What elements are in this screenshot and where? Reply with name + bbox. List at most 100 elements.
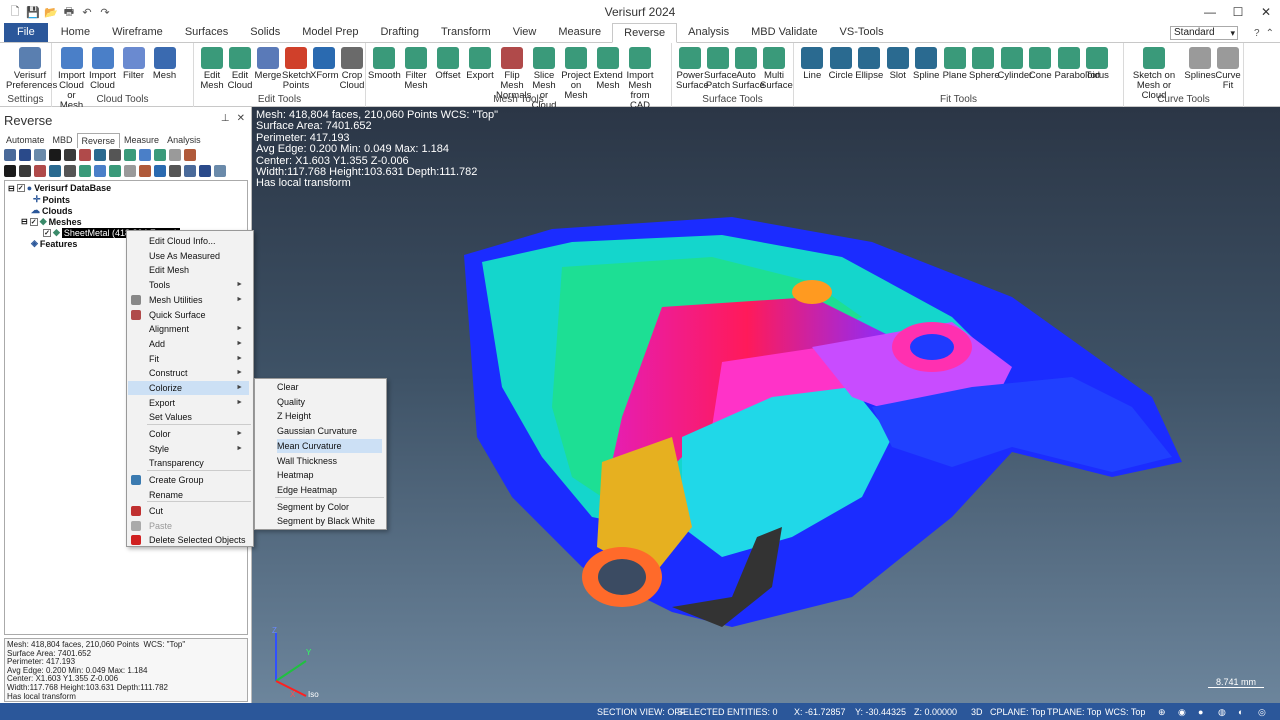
colorize-item-clear[interactable]: Clear bbox=[277, 380, 382, 394]
panel-tool-icon[interactable] bbox=[64, 149, 76, 161]
colorize-item-edge-heatmap[interactable]: Edge Heatmap bbox=[277, 483, 382, 497]
context-menu-item-colorize[interactable]: Colorize ► bbox=[128, 381, 249, 395]
ribbon-button-xform[interactable]: XForm bbox=[310, 47, 339, 81]
panel-tool-icon[interactable] bbox=[4, 165, 16, 177]
panel-tool-icon[interactable] bbox=[214, 165, 226, 177]
panel-tab-automate[interactable]: Automate bbox=[2, 133, 49, 148]
globe-icon[interactable]: ⊕ bbox=[1158, 707, 1166, 718]
colorize-item-mean-curvature[interactable]: Mean Curvature bbox=[277, 438, 382, 453]
panel-tool-icon[interactable] bbox=[109, 149, 121, 161]
ribbon-button-sphere[interactable]: Sphere bbox=[969, 47, 1000, 81]
panel-tool-icon[interactable] bbox=[94, 165, 106, 177]
ribbon-button-import-cloud[interactable]: Import Cloud bbox=[87, 47, 118, 91]
panel-tool-icon[interactable] bbox=[109, 165, 121, 177]
tab-reverse[interactable]: Reverse bbox=[612, 23, 678, 43]
context-menu-item-edit-mesh[interactable]: Edit Mesh bbox=[149, 263, 249, 277]
ribbon-button-flip-mesh-normals[interactable]: Flip Mesh Normals bbox=[496, 47, 531, 101]
panel-tool-icon[interactable] bbox=[184, 149, 196, 161]
status-mode[interactable]: 3D bbox=[971, 707, 983, 717]
context-menu-item-add[interactable]: Add ► bbox=[149, 337, 249, 351]
colorize-item-z-height[interactable]: Z Height bbox=[277, 409, 382, 423]
panel-tool-icon[interactable] bbox=[154, 149, 166, 161]
ribbon-button-export[interactable]: Export bbox=[464, 47, 496, 81]
panel-tool-icon[interactable] bbox=[154, 165, 166, 177]
tab-model-prep[interactable]: Model Prep bbox=[291, 23, 369, 42]
tab-surfaces[interactable]: Surfaces bbox=[174, 23, 239, 42]
tab-analysis[interactable]: Analysis bbox=[677, 23, 740, 42]
status-tplane[interactable]: TPLANE: Top bbox=[1047, 707, 1101, 717]
tree-points[interactable]: ✛ Points bbox=[33, 194, 70, 205]
checkbox[interactable]: ✓ bbox=[43, 228, 51, 237]
ribbon-button-multi-surface[interactable]: Multi Surface bbox=[760, 47, 793, 91]
panel-tool-icon[interactable] bbox=[34, 165, 46, 177]
ribbon-button-circle[interactable]: Circle bbox=[827, 47, 856, 81]
panel-tool-icon[interactable] bbox=[19, 149, 31, 161]
pin-icon[interactable]: ⊥ bbox=[221, 113, 230, 124]
tree-root[interactable]: ⊟ ✓ ● Verisurf DataBase bbox=[8, 183, 111, 193]
view-cube-icon[interactable]: ◉ bbox=[1178, 707, 1186, 718]
context-menu-item-cut[interactable]: Cut bbox=[149, 504, 249, 518]
render-icon[interactable]: ◐ bbox=[1238, 707, 1243, 717]
expand-icon[interactable]: ⊟ bbox=[8, 184, 15, 193]
panel-tab-measure[interactable]: Measure bbox=[120, 133, 163, 148]
minimize-button[interactable]: — bbox=[1196, 0, 1224, 24]
tab-drafting[interactable]: Drafting bbox=[369, 23, 430, 42]
context-menu-item-use-as-measured[interactable]: Use As Measured bbox=[149, 249, 249, 263]
context-menu-item-transparency[interactable]: Transparency bbox=[149, 456, 249, 470]
ribbon-button-filter[interactable]: Filter bbox=[118, 47, 149, 81]
panel-tab-reverse[interactable]: Reverse bbox=[76, 133, 121, 148]
ribbon-button-cylinder[interactable]: Cylinder bbox=[998, 47, 1032, 81]
status-section-view[interactable]: SECTION VIEW: OFF bbox=[597, 707, 685, 717]
checkbox[interactable]: ✓ bbox=[29, 217, 38, 226]
ribbon-button-extend-mesh[interactable]: Extend Mesh bbox=[592, 47, 624, 91]
colorize-item-segment-by-color[interactable]: Segment by Color bbox=[277, 500, 382, 514]
ribbon-button-slot[interactable]: Slot bbox=[884, 47, 913, 81]
tree-clouds[interactable]: ☁ Clouds bbox=[31, 205, 73, 216]
colorize-item-heatmap[interactable]: Heatmap bbox=[277, 468, 382, 482]
tab-file[interactable]: File bbox=[4, 23, 48, 42]
context-menu-item-edit-cloud-info-[interactable]: Edit Cloud Info... bbox=[149, 234, 249, 248]
tab-measure[interactable]: Measure bbox=[547, 23, 612, 42]
status-cplane[interactable]: CPLANE: Top bbox=[990, 707, 1045, 717]
ribbon-button-mesh[interactable]: Mesh bbox=[149, 47, 180, 81]
panel-tool-icon[interactable] bbox=[169, 149, 181, 161]
context-menu-item-create-group[interactable]: Create Group bbox=[149, 473, 249, 487]
ribbon-button-sketch-on-mesh-or-cloud[interactable]: Sketch on Mesh or Cloud bbox=[1128, 47, 1180, 101]
colorize-item-wall-thickness[interactable]: Wall Thickness bbox=[277, 454, 382, 468]
panel-tool-icon[interactable] bbox=[34, 149, 46, 161]
panel-tool-icon[interactable] bbox=[49, 149, 61, 161]
panel-tool-icon[interactable] bbox=[79, 165, 91, 177]
collapse-icon[interactable]: ⊟ bbox=[21, 217, 28, 226]
context-menu-item-construct[interactable]: Construct ► bbox=[149, 366, 249, 380]
colorize-item-gaussian-curvature[interactable]: Gaussian Curvature bbox=[277, 424, 382, 438]
context-menu-item-fit[interactable]: Fit ► bbox=[149, 352, 249, 366]
panel-tool-icon[interactable] bbox=[79, 149, 91, 161]
ribbon-button-plane[interactable]: Plane bbox=[941, 47, 970, 81]
checkbox[interactable]: ✓ bbox=[16, 184, 25, 192]
context-menu-item-paste[interactable]: Paste bbox=[149, 519, 249, 533]
panel-tool-icon[interactable] bbox=[124, 165, 136, 177]
tab-wireframe[interactable]: Wireframe bbox=[101, 23, 174, 42]
status-wcs[interactable]: WCS: Top bbox=[1105, 707, 1145, 717]
panel-tool-icon[interactable] bbox=[139, 165, 151, 177]
help-icon[interactable]: ? bbox=[1254, 28, 1260, 39]
ribbon-button-torus[interactable]: Torus bbox=[1083, 47, 1112, 81]
context-menu-item-color[interactable]: Color ► bbox=[149, 427, 249, 441]
panel-tab-analysis[interactable]: Analysis bbox=[163, 133, 205, 148]
close-button[interactable]: ✕ bbox=[1252, 0, 1280, 24]
panel-tool-icon[interactable] bbox=[184, 165, 196, 177]
ribbon-button-paraboloid[interactable]: Paraboloid bbox=[1055, 47, 1100, 81]
maximize-button[interactable]: ☐ bbox=[1224, 0, 1252, 24]
ribbon-button-smooth[interactable]: Smooth bbox=[368, 47, 401, 81]
ribbon-button-edit-cloud[interactable]: Edit Cloud bbox=[226, 47, 254, 91]
ribbon-button-sketch-points[interactable]: Sketch Points bbox=[282, 47, 311, 91]
graphics-viewport[interactable]: Mesh: 418,804 faces, 210,060 Points WCS:… bbox=[252, 107, 1280, 703]
ribbon-button-surface-patch[interactable]: Surface Patch bbox=[704, 47, 737, 91]
context-menu-item-quick-surface[interactable]: Quick Surface bbox=[149, 308, 249, 322]
panel-tool-icon[interactable] bbox=[124, 149, 136, 161]
ribbon-button-auto-surface[interactable]: Auto Surface bbox=[732, 47, 765, 91]
tab-solids[interactable]: Solids bbox=[239, 23, 291, 42]
tab-mbd-validate[interactable]: MBD Validate bbox=[740, 23, 828, 42]
context-menu-item-export[interactable]: Export ► bbox=[149, 396, 249, 410]
context-menu-item-tools[interactable]: Tools ► bbox=[149, 278, 249, 292]
